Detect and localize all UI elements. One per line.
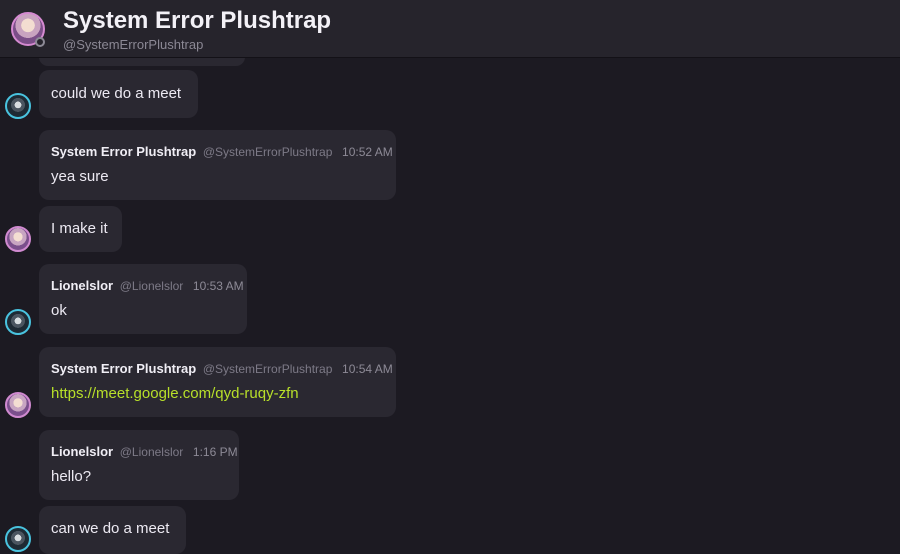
message-meta: System Error Plushtrap @SystemErrorPlush… xyxy=(51,361,393,376)
avatar[interactable] xyxy=(5,526,31,552)
avatar[interactable] xyxy=(5,392,31,418)
message-bubble: System Error Plushtrap @SystemErrorPlush… xyxy=(39,130,396,200)
message-meta: Lionelslor @Lionelslor 10:53 AM xyxy=(51,278,244,293)
message-timestamp: 10:52 AM xyxy=(342,145,393,159)
author-handle: @Lionelslor xyxy=(119,445,184,459)
author-handle: @SystemErrorPlushtrap xyxy=(202,362,333,376)
message-text: I make it xyxy=(51,220,108,237)
author-handle: @SystemErrorPlushtrap xyxy=(202,145,333,159)
message-text: yea sure xyxy=(51,168,109,185)
avatar[interactable] xyxy=(5,309,31,335)
avatar[interactable] xyxy=(5,226,31,252)
message-text: hello? xyxy=(51,468,92,485)
message-timestamp: 1:16 PM xyxy=(192,445,238,459)
message-text: could we do a meet xyxy=(51,85,182,102)
status-indicator xyxy=(35,37,45,47)
chat-title[interactable]: System Error Plushtrap xyxy=(63,7,331,35)
message-bubble: I make it xyxy=(39,206,122,252)
author-name[interactable]: System Error Plushtrap xyxy=(51,361,196,376)
message-timestamp: 10:53 AM xyxy=(192,279,244,293)
message-text: can we do a meet xyxy=(51,520,170,537)
message-meta: Lionelslor @Lionelslor 1:16 PM xyxy=(51,444,238,459)
message-meta: System Error Plushtrap @SystemErrorPlush… xyxy=(51,144,393,159)
author-name[interactable]: System Error Plushtrap xyxy=(51,144,196,159)
author-name[interactable]: Lionelslor xyxy=(51,444,113,459)
message-bubble: Lionelslor @Lionelslor 1:16 PM hello? xyxy=(39,430,239,500)
message-bubble: can we do a meet xyxy=(39,506,186,554)
avatar[interactable] xyxy=(5,93,31,119)
message-timestamp: 10:54 AM xyxy=(342,362,393,376)
chat-handle: @SystemErrorPlushtrap xyxy=(63,37,204,52)
meet-link[interactable]: https://meet.google.com/qyd-ruqy-zfn xyxy=(51,385,299,402)
message-bubble: could we do a meet xyxy=(39,70,198,118)
message-text: ok xyxy=(51,302,67,319)
author-name[interactable]: Lionelslor xyxy=(51,278,113,293)
message-bubble: Lionelslor @Lionelslor 10:53 AM ok xyxy=(39,264,247,334)
message-bubble: System Error Plushtrap @SystemErrorPlush… xyxy=(39,347,396,417)
author-handle: @Lionelslor xyxy=(119,279,184,293)
chat-header: System Error Plushtrap @SystemErrorPlush… xyxy=(0,0,900,58)
